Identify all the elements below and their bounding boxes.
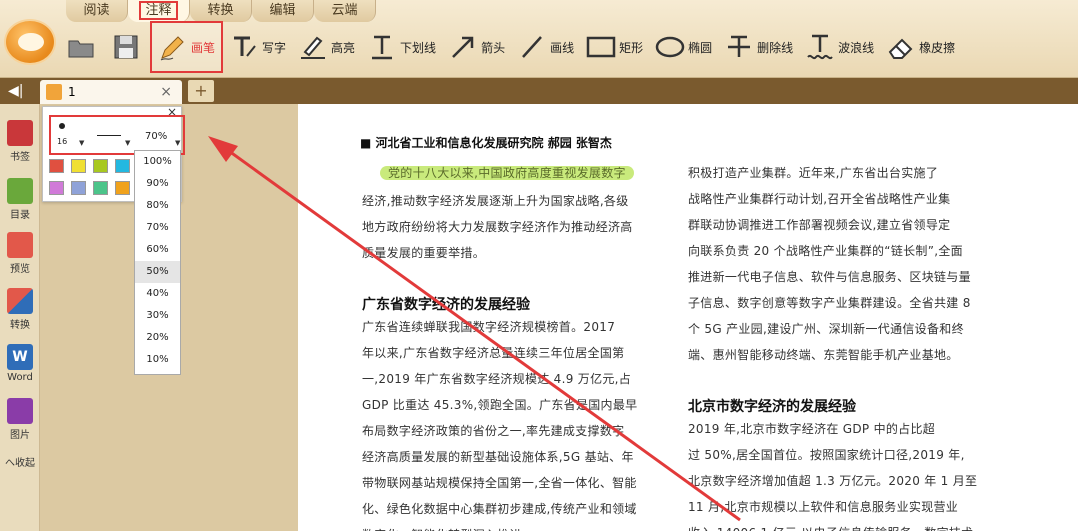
folder-icon [68,40,94,58]
app-logo[interactable] [4,19,56,65]
strikethrough-tool-button[interactable]: 删除线 [718,27,799,67]
highlighted-sentence: 党的十八大以来,中国政府高度重视发展数字 [380,160,634,186]
preview-icon [7,232,33,258]
sidebar-collapse[interactable]: へ收起 [0,454,40,469]
sidebar-item-bookmarks[interactable]: 书签 [0,120,40,163]
convert-icon [7,288,33,314]
arrow-tool-button[interactable]: 箭头 [442,27,511,67]
right-paragraph-1: 积极打造产业集群。近年来,广东省出台实施了 战略性产业集群行动计划,召开全省战略… [688,166,971,362]
color-swatch-green[interactable] [93,181,108,195]
add-tab-button[interactable]: + [188,80,214,102]
tab-read[interactable]: 阅读 [66,0,128,22]
size-dropdown-icon[interactable]: ▼ [79,139,84,147]
color-swatch-lime[interactable] [93,159,108,173]
sidebar-item-preview[interactable]: 预览 [0,232,40,275]
pen-size-value[interactable]: 16 [57,137,67,146]
close-tab-icon[interactable]: × [160,80,172,104]
top-toolbar: 阅读 注释 转换 编辑 云端 画笔 写字 高亮 下划线 箭头 画线 矩形 椭圆 … [0,0,1078,78]
sidebar-item-convert[interactable]: 转换 [0,288,40,331]
word-icon: W [7,344,33,370]
open-folder-button[interactable] [60,27,105,67]
opacity-value[interactable]: 70% [145,131,167,142]
sidebar-item-toc[interactable]: 目录 [0,178,40,221]
line-tool-button[interactable]: 画线 [511,27,580,67]
highlighter-icon [301,36,326,59]
document-tab-title: 1 [68,85,76,99]
tab-convert[interactable]: 转换 [190,0,252,22]
right-paragraph-2: 2019 年,北京市数字经济在 GDP 中的占比超 过 50%,居全国首位。按照… [688,422,978,531]
opacity-option[interactable]: 90% [135,173,180,195]
tab-annotate[interactable]: 注释 [128,0,190,22]
toc-icon [7,178,33,204]
opacity-option[interactable]: 20% [135,327,180,349]
left-paragraph-1: 经济,推动数字经济发展逐渐上升为国家战略,各级 地方政府纷纷将大力发展数字经济作… [362,194,633,260]
highlight-tool-button[interactable]: 高亮 [292,27,361,67]
ellipse-tool-button[interactable]: 椭圆 [649,27,718,67]
pdf-file-icon [46,84,62,100]
color-swatch-periwinkle[interactable] [71,181,86,195]
rectangle-icon [586,36,616,58]
eraser-icon [888,38,913,59]
underline-icon [372,35,393,60]
color-swatch-violet[interactable] [49,181,64,195]
line-style-sample[interactable] [97,135,121,136]
sidebar-item-word[interactable]: W Word [0,344,40,383]
opacity-option[interactable]: 10% [135,349,180,371]
tab-edit[interactable]: 编辑 [252,0,314,22]
opacity-option[interactable]: 30% [135,305,180,327]
underline-tool-button[interactable]: 下划线 [361,27,442,67]
pen-icon [160,36,184,61]
ellipse-icon [655,36,685,58]
left-paragraph-2: 广东省连续蝉联我国数字经济规模榜首。2017 年以来,广东省数字经济总量连续三年… [362,320,638,531]
opacity-option-hovered[interactable]: 50% [135,261,180,283]
document-tab-strip: ◀| 1 × + [0,78,1078,104]
image-icon [7,398,33,424]
section-heading-guangdong: 广东省数字经济的发展经验 [362,297,530,313]
rectangle-tool-button[interactable]: 矩形 [580,27,649,67]
opacity-option[interactable]: 40% [135,283,180,305]
line-style-dropdown-icon[interactable]: ▼ [125,139,130,147]
article-authors: ■ 河北省工业和信息化发展研究院 郝园 张智杰 [360,136,612,150]
sidebar-item-image[interactable]: 图片 [0,398,40,441]
save-button[interactable] [105,27,150,67]
opacity-option[interactable]: 100% [135,151,180,173]
typewriter-tool-button[interactable]: 写字 [223,27,292,67]
pen-tool-button[interactable]: 画笔 [150,21,224,73]
menu-tabs: 阅读 注释 转换 编辑 云端 [66,0,376,22]
eraser-tool-button[interactable]: 橡皮擦 [880,27,961,67]
line-icon [522,36,543,58]
strikethrough-icon [728,35,751,57]
left-sidebar: 书签 目录 预览 转换 W Word 图片 へ收起 [0,104,40,531]
opacity-dropdown-icon[interactable]: ▼ [175,139,180,147]
opacity-dropdown-list: 100% 90% 80% 70% 60% 50% 40% 30% 20% 10% [134,150,181,375]
arrow-icon [452,36,474,58]
color-swatch-orange[interactable] [115,181,130,195]
color-swatch-cyan[interactable] [115,159,130,173]
wavy-line-icon [807,34,833,60]
document-page: ■ 河北省工业和信息化发展研究院 郝园 张智杰 党的十八大以来,中国政府高度重视… [298,104,1078,531]
section-heading-beijing: 北京市数字经济的发展经验 [688,399,856,415]
opacity-option[interactable]: 60% [135,239,180,261]
annotation-tools: 画笔 写字 高亮 下划线 箭头 画线 矩形 椭圆 删除线 波浪线 橡皮擦 [60,21,961,73]
wavy-line-tool-button[interactable]: 波浪线 [799,27,880,67]
opacity-option[interactable]: 80% [135,195,180,217]
pen-size-dot-icon [59,123,65,129]
bookmark-icon [7,120,33,146]
pen-options-group: 16 ▼ ▼ 70% ▼ [49,115,185,155]
color-swatch-red[interactable] [49,159,64,173]
save-icon [114,35,138,59]
opacity-option[interactable]: 70% [135,217,180,239]
typewriter-icon [234,36,256,57]
document-tab[interactable]: 1 × [40,80,182,104]
color-swatch-yellow[interactable] [71,159,86,173]
tab-cloud[interactable]: 云端 [314,0,376,22]
collapse-sidebar-icon[interactable]: ◀| [8,83,30,99]
